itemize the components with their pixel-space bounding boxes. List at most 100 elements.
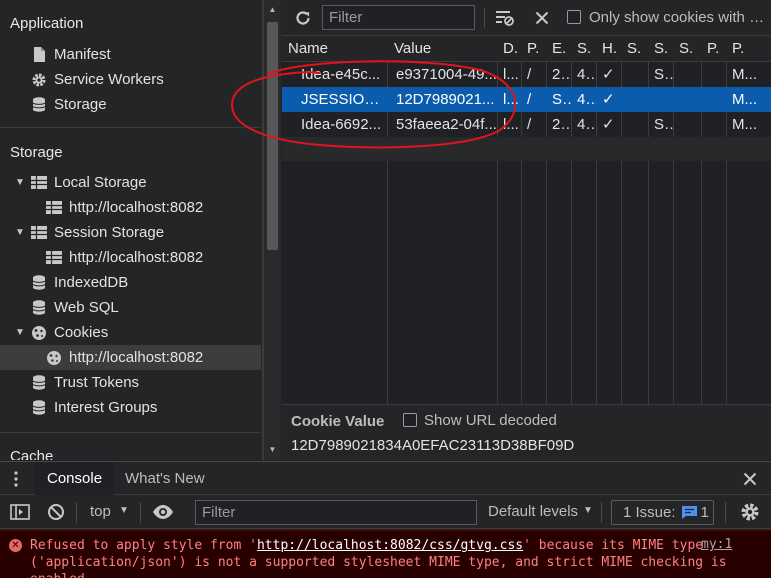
column-header-value[interactable]: Value xyxy=(388,36,498,62)
table-row[interactable]: JSESSIONID 12D7989021... l... / S... 4... ✓ M..… xyxy=(282,87,771,112)
cookie-value-text: 12D7989021834A0EFAC23113D38BF09D xyxy=(291,437,575,454)
message-icon xyxy=(681,506,697,519)
log-levels-dropdown[interactable]: Default levels xyxy=(488,503,578,520)
sidebar-item-storage[interactable]: Storage xyxy=(0,92,261,117)
issues-label: 1 Issue: xyxy=(623,504,676,521)
error-source-link[interactable]: my:1 xyxy=(701,537,732,552)
triangle-down-icon[interactable]: ▼ xyxy=(14,227,26,238)
dropdown-arrow-icon[interactable]: ▼ xyxy=(583,505,593,516)
table-row[interactable]: Idea-e45c... e9371004-49... l... / 2... 4... ✓… xyxy=(282,62,771,87)
delete-cookie-icon[interactable] xyxy=(532,8,552,28)
document-icon xyxy=(31,47,47,63)
only-issues-checkbox[interactable] xyxy=(567,10,581,24)
cell-httponly: ✓ xyxy=(602,66,615,83)
scroll-up-icon[interactable]: ▲ xyxy=(267,5,278,15)
section-title-cache: Cache xyxy=(10,448,54,460)
column-header-path[interactable]: P. xyxy=(522,36,547,62)
column-header-size[interactable]: S. xyxy=(572,36,597,62)
sidebar-item-indexeddb[interactable]: IndexedDB xyxy=(0,270,261,295)
cell-domain: l... xyxy=(503,91,519,108)
scrollbar-thumb[interactable] xyxy=(267,22,278,250)
cookie-icon xyxy=(31,325,47,341)
column-header-priority[interactable]: P. xyxy=(727,36,771,62)
sidebar-item-label: http://localhost:8082 xyxy=(69,349,204,366)
cell-samesite xyxy=(649,87,674,112)
column-header-partition-key[interactable]: P. xyxy=(702,36,727,62)
sidebar-item-label: Session Storage xyxy=(54,224,165,241)
cookie-filter-input[interactable] xyxy=(322,5,475,30)
column-header-samesite[interactable]: S. xyxy=(649,36,674,62)
sidebar-item-web-sql[interactable]: Web SQL xyxy=(0,295,261,320)
cell-path: / xyxy=(527,66,532,83)
sidebar-item-session-storage-origin[interactable]: http://localhost:8082 xyxy=(0,245,261,270)
cell-httponly: ✓ xyxy=(602,116,615,133)
context-selector[interactable]: top xyxy=(90,503,111,520)
column-header-domain[interactable]: D. xyxy=(498,36,522,62)
cell-sameparty xyxy=(674,87,702,112)
console-settings-gear-icon[interactable] xyxy=(740,502,760,522)
cell-secure xyxy=(622,112,649,137)
show-url-decoded-label: Show URL decoded xyxy=(424,412,557,429)
sidebar-toggle-icon[interactable] xyxy=(10,504,30,520)
database-icon xyxy=(31,97,47,113)
sidebar-item-local-storage-origin[interactable]: http://localhost:8082 xyxy=(0,195,261,220)
column-header-secure[interactable]: S. xyxy=(622,36,649,62)
dropdown-arrow-icon[interactable]: ▼ xyxy=(119,505,129,516)
column-header-httponly[interactable]: H. xyxy=(597,36,622,62)
sidebar-item-session-storage[interactable]: ▼ Session Storage xyxy=(0,220,261,245)
triangle-down-icon[interactable]: ▼ xyxy=(14,177,26,188)
cell-path: / xyxy=(527,91,532,108)
column-header-name[interactable]: Name xyxy=(282,36,388,62)
toolbar-separator xyxy=(725,502,726,523)
table-row[interactable]: Idea-6692... 53faeea2-04f... l... / 2... 4...… xyxy=(282,112,771,137)
eye-icon[interactable] xyxy=(152,504,174,520)
cell-priority: M... xyxy=(732,66,757,83)
scroll-down-icon[interactable]: ▼ xyxy=(267,445,278,455)
toolbar-separator xyxy=(76,502,77,523)
tab-whats-new[interactable]: What's New xyxy=(113,462,217,495)
clear-console-icon[interactable] xyxy=(47,503,65,521)
column-header-sameparty[interactable]: S. xyxy=(674,36,702,62)
sidebar-item-trust-tokens[interactable]: Trust Tokens xyxy=(0,370,261,395)
sidebar-scrollbar[interactable]: ▲ ▼ xyxy=(263,0,281,460)
drawer-menu-icon[interactable] xyxy=(14,471,18,487)
console-filter-input[interactable] xyxy=(195,500,477,525)
sidebar-item-label: Storage xyxy=(54,96,107,113)
table-icon xyxy=(31,225,47,241)
section-title-application: Application xyxy=(10,15,84,32)
database-icon xyxy=(31,275,47,291)
cell-priority: M... xyxy=(732,116,757,133)
refresh-icon[interactable] xyxy=(293,8,313,28)
cell-expires: S... xyxy=(552,91,572,108)
section-title-storage: Storage xyxy=(10,144,63,161)
cell-name: JSESSIONID xyxy=(301,91,388,108)
triangle-down-icon[interactable]: ▼ xyxy=(14,327,26,338)
cell-samesite: S... xyxy=(654,116,674,133)
clear-filtered-icon[interactable] xyxy=(494,8,516,28)
sidebar-item-label: http://localhost:8082 xyxy=(69,199,204,216)
cookie-icon xyxy=(46,350,62,366)
close-drawer-icon[interactable] xyxy=(743,472,757,486)
cell-expires: 2... xyxy=(552,66,572,83)
toolbar-separator xyxy=(601,502,602,523)
sidebar-item-service-workers[interactable]: Service Workers xyxy=(0,67,261,92)
cell-partition-key xyxy=(702,112,727,137)
tab-console[interactable]: Console xyxy=(35,462,115,495)
toolbar-separator xyxy=(140,502,141,523)
issues-button[interactable]: 1 Issue: 1 xyxy=(611,500,714,525)
error-url-link[interactable]: http://localhost:8082/css/gtvg.css xyxy=(257,538,523,553)
only-issues-label: Only show cookies with an issue xyxy=(589,9,771,26)
sidebar-item-cookies[interactable]: ▼ Cookies xyxy=(0,320,261,345)
table-icon xyxy=(46,250,62,266)
sidebar-item-label: Service Workers xyxy=(54,71,164,88)
sidebar-item-interest-groups[interactable]: Interest Groups xyxy=(0,395,261,420)
sidebar-item-label: http://localhost:8082 xyxy=(69,249,204,266)
sidebar-item-local-storage[interactable]: ▼ Local Storage xyxy=(0,170,261,195)
column-header-expires[interactable]: E. xyxy=(547,36,572,62)
sidebar-item-cookies-origin[interactable]: http://localhost:8082 xyxy=(0,345,261,370)
cell-priority: M... xyxy=(732,91,757,108)
cell-partition-key xyxy=(702,87,727,112)
cell-httponly: ✓ xyxy=(602,91,615,108)
show-url-decoded-checkbox[interactable] xyxy=(403,413,417,427)
sidebar-item-manifest[interactable]: Manifest xyxy=(0,42,261,67)
